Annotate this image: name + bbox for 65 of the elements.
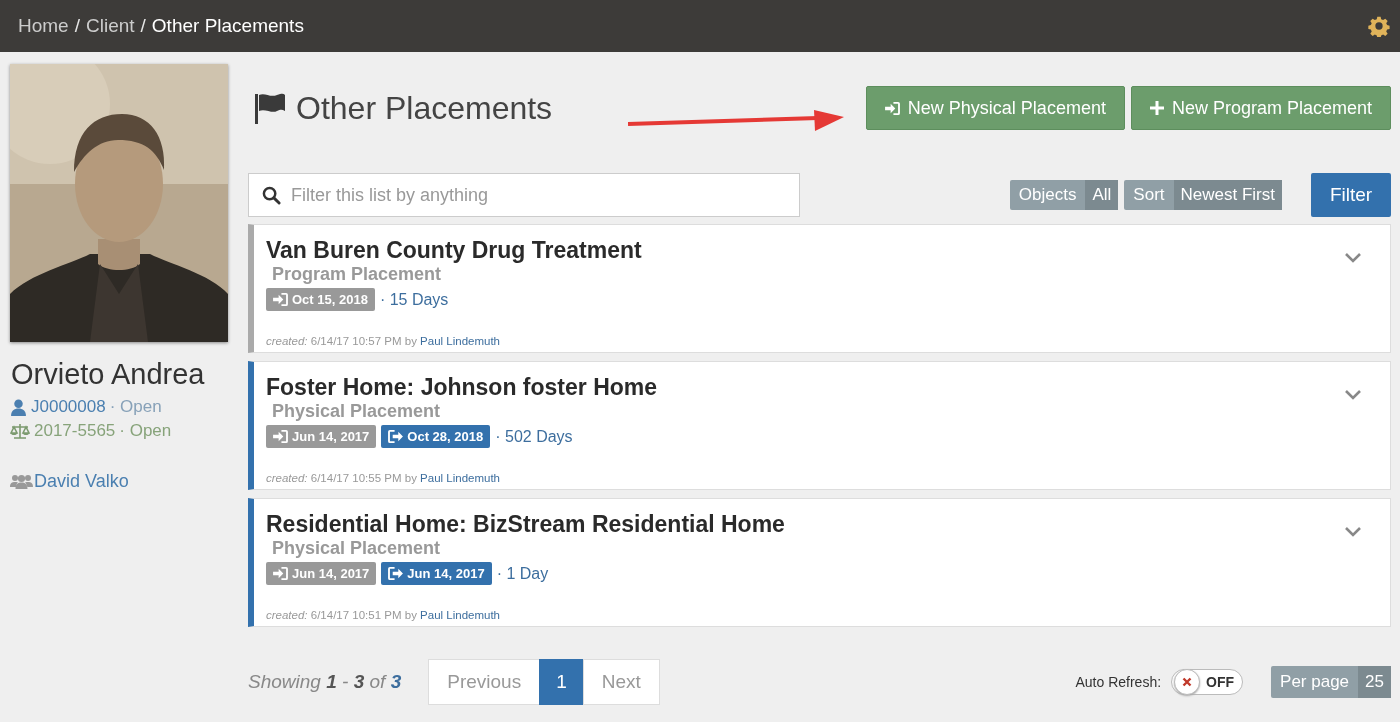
users-icon [10, 474, 33, 489]
client-name: Orvieto Andrea [11, 358, 206, 391]
settings-icon[interactable] [1368, 15, 1390, 37]
results-count: Showing 1 - 3 of 3 [248, 671, 402, 693]
case-status: · Open [109, 396, 162, 418]
breadcrumb-link[interactable]: Home [18, 15, 69, 37]
placement-title: Residential Home: BizStream Residential Home [266, 511, 785, 538]
sign-in-icon [273, 430, 288, 443]
objects-dropdown[interactable]: Objects All [1009, 180, 1119, 210]
created-line: created: 6/14/17 10:57 PM by Paul Lindemuth [266, 335, 500, 347]
author-link[interactable]: Paul Lindemuth [420, 335, 500, 347]
flag-icon [252, 92, 286, 124]
auto-refresh-toggle[interactable]: OFF [1171, 669, 1244, 695]
chevron-down-icon[interactable] [1344, 389, 1362, 400]
placement-card[interactable]: Van Buren County Drug Treatment Program Placement Oct 15, 2018 · 15 Days created: 6/14/17 10:57 PM by Paul Lindemuth [248, 224, 1391, 353]
previous-page-button[interactable]: Previous [428, 659, 541, 705]
breadcrumb-link[interactable]: Client [85, 15, 135, 37]
created-line: created: 6/14/17 10:55 PM by Paul Lindemuth [266, 472, 500, 484]
sign-in-icon [273, 567, 288, 580]
sign-out-icon [388, 430, 404, 443]
author-link[interactable]: Paul Lindemuth [420, 472, 500, 484]
placement-title: Van Buren County Drug Treatment [266, 237, 642, 264]
filter-button[interactable]: Filter [1311, 173, 1391, 217]
user-icon [10, 398, 27, 416]
close-icon [1182, 677, 1193, 687]
per-page-dropdown[interactable]: Per page 25 [1271, 666, 1391, 698]
duration: · 15 Days [379, 290, 449, 309]
created-line: created: 6/14/17 10:51 PM by Paul Lindemuth [266, 609, 500, 621]
chevron-down-icon[interactable] [1344, 526, 1362, 537]
duration: · 502 Days [495, 427, 573, 446]
case-number[interactable]: J0000008 [31, 395, 106, 419]
placement-card[interactable]: Foster Home: Johnson foster Home Physical Placement Jun 14, 2017 Oct 28, 2018 · 502 Days created: 6/14/17 10:55 PM by Paul Lindemuth [248, 361, 1391, 490]
breadcrumb-separator: / [140, 15, 146, 37]
sign-in-icon [273, 293, 288, 306]
sort-dropdown[interactable]: Sort Newest First [1124, 180, 1282, 210]
scale-icon [10, 422, 30, 440]
breadcrumb-separator: / [74, 15, 80, 37]
duration: · 1 Day [496, 564, 549, 583]
end-date-tag: Jun 14, 2017 [381, 562, 492, 585]
search-field[interactable]: Filter this list by anything [248, 173, 800, 217]
plus-icon [1149, 101, 1164, 115]
placement-card[interactable]: Residential Home: BizStream Residential Home Physical Placement Jun 14, 2017 Jun 14, 2017 · 1 Day created: 6/14/17 10:51 PM by Paul Lindemuth [248, 498, 1391, 627]
new-program-placement-button[interactable]: New Program Placement [1130, 86, 1391, 130]
worker-link[interactable]: David Valko [34, 471, 129, 492]
placement-type: Physical Placement [272, 538, 442, 559]
page-title: Other Placements [296, 89, 553, 127]
search-icon [262, 186, 281, 205]
case-status: · Open [119, 420, 172, 442]
page-number-button[interactable]: 1 [539, 659, 584, 705]
start-date-tag: Oct 15, 2018 [266, 288, 375, 311]
placement-type: Program Placement [272, 264, 443, 285]
start-date-tag: Jun 14, 2017 [266, 562, 377, 585]
placement-title: Foster Home: Johnson foster Home [266, 374, 658, 401]
sign-out-icon [388, 567, 404, 580]
end-date-tag: Oct 28, 2018 [381, 425, 491, 448]
placement-type: Physical Placement [272, 401, 442, 422]
author-link[interactable]: Paul Lindemuth [420, 609, 500, 621]
case-number: 2017-5565 [34, 420, 116, 442]
chevron-down-icon[interactable] [1344, 252, 1362, 263]
sign-in-icon [884, 101, 900, 115]
breadcrumb-current: Other Placements [151, 15, 304, 37]
next-page-button[interactable]: Next [582, 659, 660, 705]
new-physical-placement-button[interactable]: New Physical Placement [865, 86, 1125, 130]
start-date-tag: Jun 14, 2017 [266, 425, 377, 448]
auto-refresh-label: Auto Refresh: [1075, 674, 1162, 690]
